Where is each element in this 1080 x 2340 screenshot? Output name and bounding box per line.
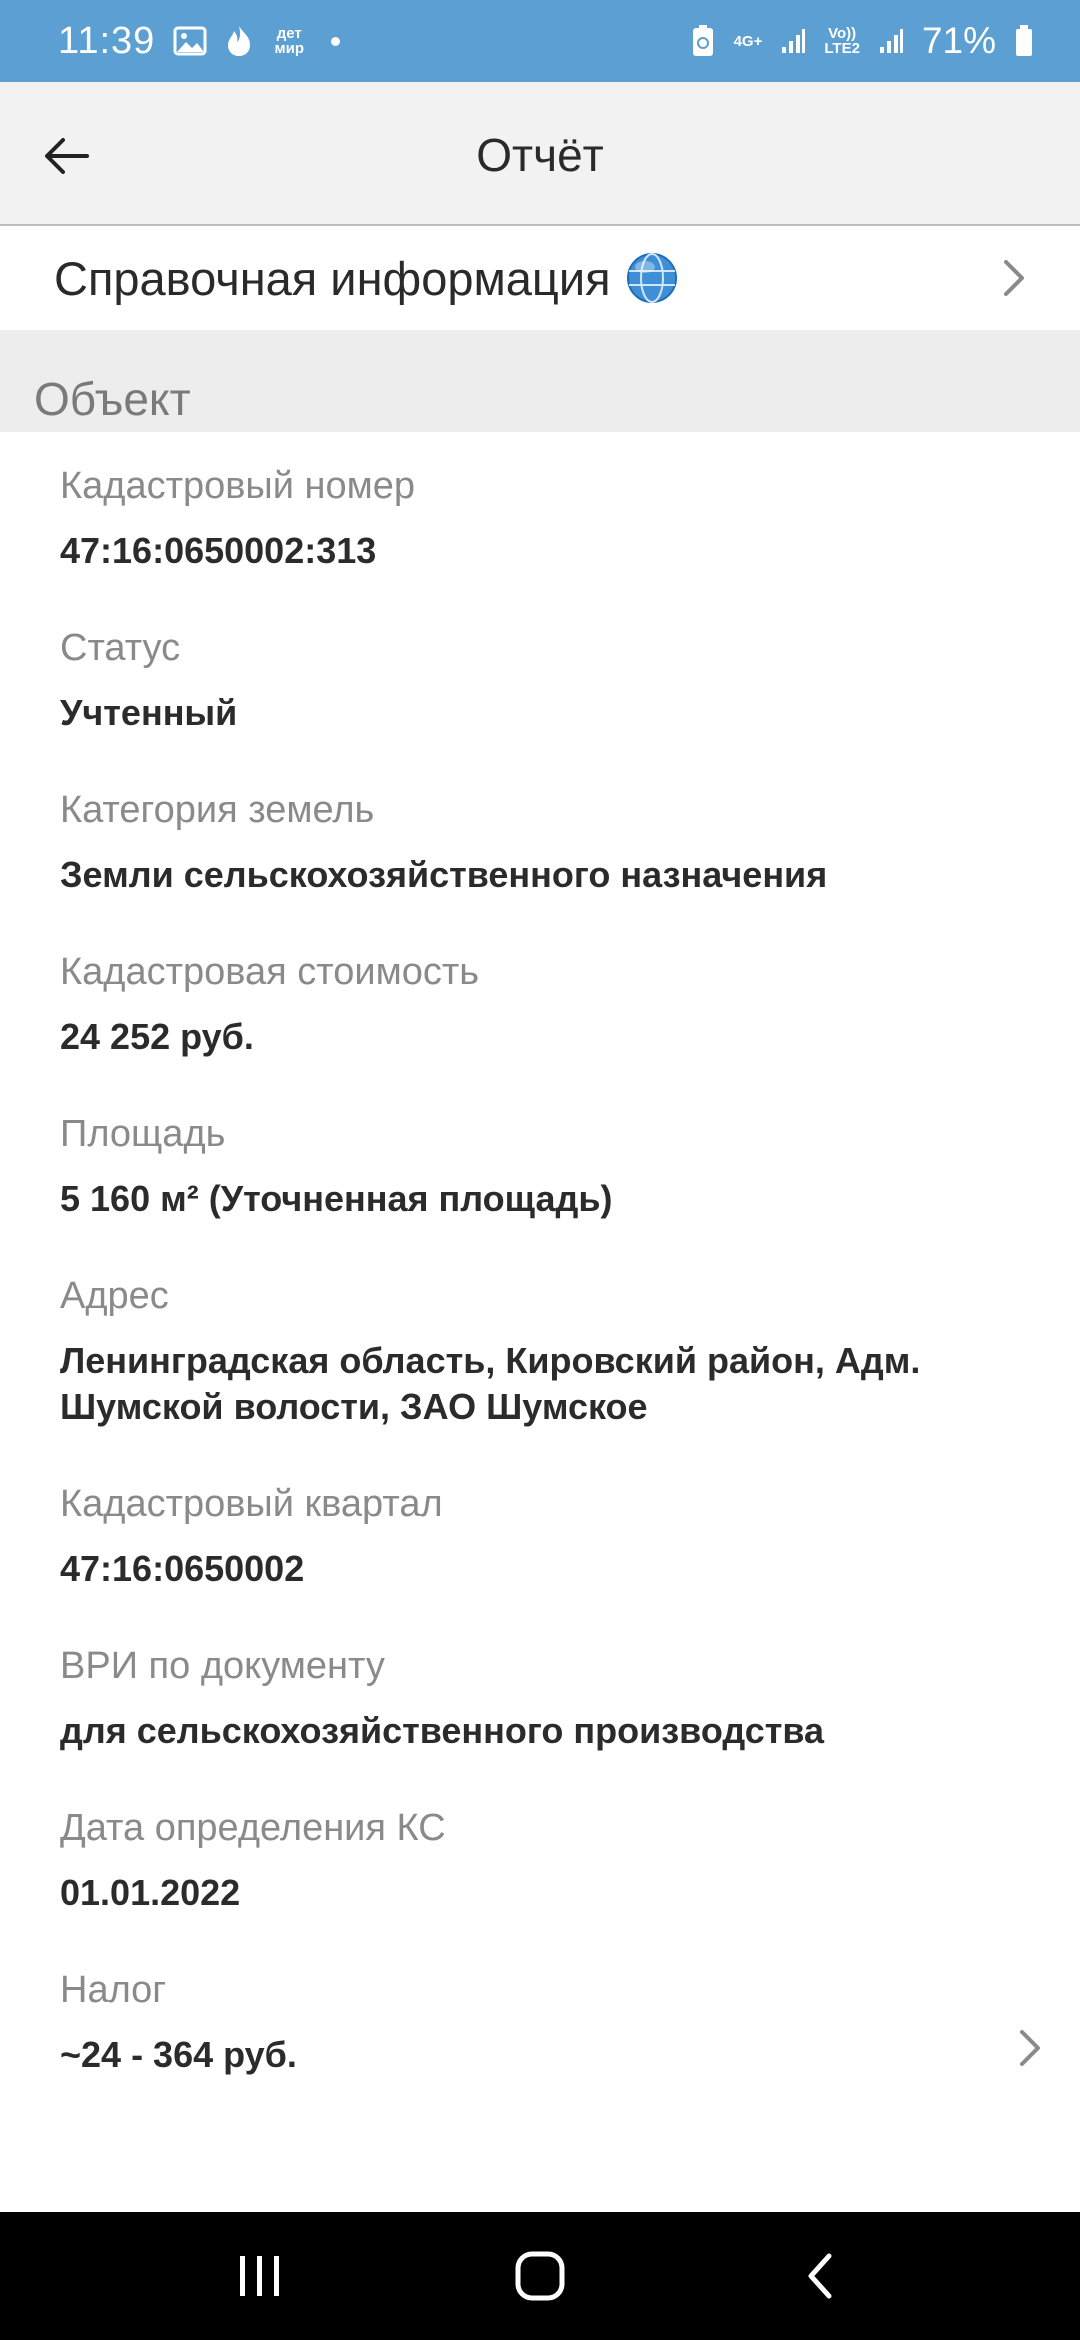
page-title: Отчёт [476,129,604,181]
field-cadastral-value: Кадастровая стоимость 24 252 руб. [0,950,1080,1060]
field-label: Кадастровый квартал [60,1483,443,1525]
system-nav-bar [0,2212,1080,2340]
globe-icon [625,251,679,305]
clock: 11:39 [58,19,156,62]
field-value: ~24 - 364 руб. [60,2034,297,2075]
field-address: Адрес Ленинградская область, Кировский р… [0,1274,1080,1430]
field-cadastral-quarter: Кадастровый квартал 47:16:0650002 [0,1482,1080,1592]
detmir-icon: дет мир [274,25,305,57]
recycle-icon [690,24,716,58]
field-label: Дата определения КС [60,1807,446,1849]
field-label: Кадастровый номер [60,465,416,507]
image-icon [173,26,207,56]
recent-apps-icon [240,2256,279,2296]
field-status: Статус Учтенный [0,626,1080,736]
home-icon [515,2251,565,2301]
field-land-category: Категория земель Земли сельскохозяйствен… [0,788,1080,898]
field-value: Ленинградская область, Кировский район, … [60,1340,921,1427]
field-cadastral-number: Кадастровый номер 47:16:0650002:313 [0,464,1080,574]
back-nav-button[interactable] [775,2231,865,2321]
field-label: Статус [60,627,181,669]
flame-icon [225,24,253,58]
field-label: ВРИ по документу [60,1645,385,1687]
field-label: Адрес [60,1275,169,1317]
volte-icon: Vo)) LTE2 [824,25,860,57]
recent-apps-button[interactable] [215,2231,305,2321]
field-value: Учтенный [60,692,238,733]
field-value: 01.01.2022 [60,1872,241,1913]
battery-percent: 71% [921,20,996,61]
battery-icon [1014,24,1034,58]
field-value: для сельскохозяйственного производства [60,1710,825,1751]
chevron-right-icon [994,252,1034,304]
object-fields: Кадастровый номер 47:16:0650002:313 Стат… [0,432,1080,2078]
reference-info-row[interactable]: Справочная информация [0,228,1080,328]
home-button[interactable] [495,2231,585,2321]
chevron-right-icon [1010,2022,1050,2074]
status-bar: 11:39 дет мир 4G+ Vo)) LTE2 71% [0,0,1080,82]
field-area: Площадь 5 160 м² (Уточненная площадь) [0,1112,1080,1222]
field-value: 24 252 руб. [60,1016,254,1057]
field-valuation-date: Дата определения КС 01.01.2022 [0,1806,1080,1916]
more-notifications-dot [331,36,341,46]
signal-1-icon [780,27,806,55]
field-value: 5 160 м² (Уточненная площадь) [60,1178,613,1219]
field-label: Категория земель [60,789,375,831]
field-label: Налог [60,1969,167,2011]
network-4g-icon: 4G+ [733,32,763,50]
back-nav-icon [808,2253,832,2299]
field-label: Площадь [60,1113,226,1155]
section-title: Объект [34,373,191,425]
field-value: 47:16:0650002:313 [60,530,377,571]
field-label: Кадастровая стоимость [60,951,480,993]
field-permitted-use: ВРИ по документу для сельскохозяйственно… [0,1644,1080,1754]
app-bar: Отчёт [0,82,1080,226]
field-tax-row[interactable]: Налог ~24 - 364 руб. [0,1968,1080,2078]
signal-2-icon [878,27,904,55]
field-value: Земли сельскохозяйственного назначения [60,854,828,895]
section-header: Объект [0,330,1080,432]
reference-info-label: Справочная информация [54,251,611,305]
field-value: 47:16:0650002 [60,1548,305,1589]
